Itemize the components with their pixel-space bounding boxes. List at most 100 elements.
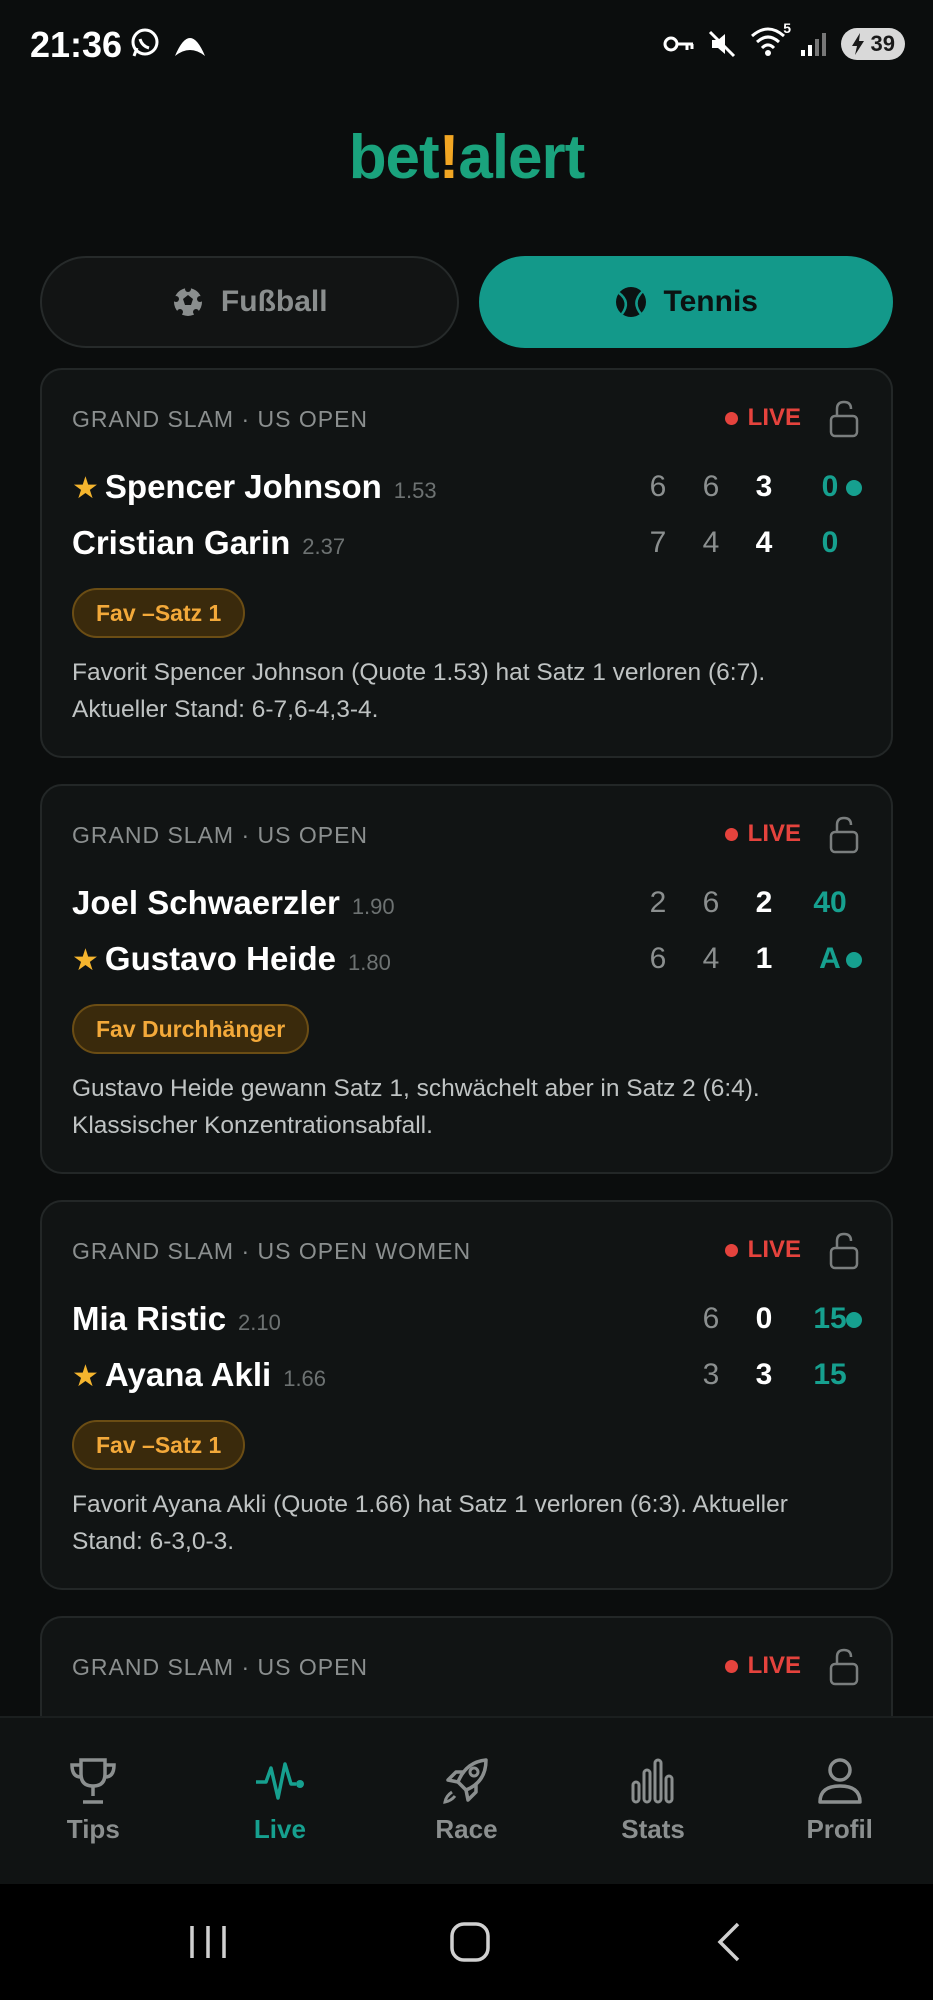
game-score: 15: [813, 1302, 847, 1335]
status-time: 21:36: [30, 24, 123, 65]
match-card[interactable]: GRAND SLAM · US OPEN WOMEN LIVE Mia Rist…: [40, 1200, 893, 1590]
current-set-score: 3: [755, 1358, 773, 1391]
player-name: Joel Schwaerzler: [72, 884, 340, 921]
sport-tabs: Fußball Tennis: [40, 256, 893, 348]
alert-badge: Fav Durchhänger: [72, 1004, 310, 1054]
set-score: 6: [702, 886, 720, 919]
player-odds: 1.90: [351, 894, 395, 919]
player-name: Gustavo Heide: [104, 940, 336, 977]
tab-tennis[interactable]: Tennis: [478, 256, 893, 348]
player-odds: 2.37: [302, 534, 346, 559]
set-score: 6: [649, 942, 667, 975]
tournament-label: GRAND SLAM · US OPEN WOMEN: [72, 1238, 472, 1264]
nav-tips[interactable]: Tips: [0, 1718, 187, 1884]
player-name: Mia Ristic: [72, 1300, 227, 1337]
player-row: ★ Gustavo Heide 1.80 6 4 1 A: [72, 934, 862, 984]
tennis-ball-icon: [615, 287, 646, 317]
serving-indicator: [846, 1312, 862, 1328]
mute-icon: [708, 30, 736, 57]
app-logo: bet!alert: [348, 123, 586, 192]
alert-badge: Fav –Satz 1: [72, 588, 246, 638]
game-score: 0: [821, 470, 839, 503]
unlock-icon[interactable]: [829, 1232, 859, 1270]
wifi-icon: [751, 27, 785, 56]
match-card[interactable]: GRAND SLAM · US OPEN LIVE Joel Schwaerzl…: [40, 784, 893, 1174]
soccer-ball-icon: [172, 286, 203, 316]
alert-description: Favorit Ayana Akli (Quote 1.66) hat Satz…: [72, 1491, 788, 1555]
player-name: Ayana Akli: [104, 1356, 272, 1393]
current-set-score: 1: [755, 942, 773, 975]
live-indicator: LIVE: [724, 1236, 801, 1264]
vpn-key-icon: [663, 36, 694, 51]
system-navigation-bar: [0, 1884, 933, 2000]
player-odds: 1.80: [347, 950, 391, 975]
alert-description: Gustavo Heide gewann Satz 1, schwächelt …: [72, 1075, 760, 1139]
live-dot: [724, 411, 738, 425]
nav-stats[interactable]: Stats: [560, 1718, 747, 1884]
nav-profil[interactable]: Profil: [746, 1718, 933, 1884]
set-score: 7: [649, 526, 667, 559]
recent-apps-icon[interactable]: [186, 1922, 230, 1962]
player-row: ★ Ayana Akli 1.66 3 3 15: [72, 1350, 862, 1400]
set-score: 6: [702, 1302, 720, 1335]
player-row: Cristian Garin 2.37 7 4 4 0: [72, 518, 862, 568]
game-score: 0: [821, 526, 839, 559]
set-score: 4: [702, 526, 720, 559]
tournament-label: GRAND SLAM · US OPEN: [72, 1654, 369, 1680]
user-icon: [817, 1758, 862, 1804]
wifi-badge: 5: [783, 20, 791, 36]
current-set-score: 0: [755, 1302, 773, 1335]
player-row: Joel Schwaerzler 1.90 2 6 2 40: [72, 878, 862, 928]
set-score: 3: [702, 1358, 720, 1391]
game-score: 15: [813, 1358, 847, 1391]
status-bar: 21:36 5 39: [0, 0, 933, 90]
player-name: Spencer Johnson: [104, 468, 382, 505]
nav-race[interactable]: Race: [373, 1718, 560, 1884]
game-score: A: [819, 942, 841, 975]
current-set-score: 3: [755, 470, 773, 503]
current-set-score: 2: [755, 886, 773, 919]
bottom-nav: Tips Live Race Stats Profil: [0, 1716, 933, 1884]
live-dot: [724, 1243, 738, 1257]
player-name: Cristian Garin: [72, 524, 291, 561]
alert-badge: Fav –Satz 1: [72, 1420, 246, 1470]
charging-icon: [852, 32, 864, 55]
set-score: 6: [702, 470, 720, 503]
match-card[interactable]: GRAND SLAM · US OPEN LIVE ★ Spencer Johns…: [40, 368, 893, 758]
pulse-icon: [255, 1762, 304, 1800]
live-dot: [724, 1659, 738, 1673]
nav-live[interactable]: Live: [187, 1718, 374, 1884]
favorite-star-icon: ★: [72, 944, 99, 977]
trophy-icon: [70, 1758, 117, 1804]
alert-description: Favorit Spencer Johnson (Quote 1.53) hat…: [72, 659, 766, 723]
live-indicator: LIVE: [724, 1652, 801, 1680]
bar-chart-icon: [631, 1758, 674, 1804]
signal-icon: [801, 32, 826, 56]
player-odds: 1.53: [393, 478, 437, 503]
player-row: ★ Spencer Johnson 1.53 6 6 3 0: [72, 462, 862, 512]
rocket-icon: [443, 1758, 489, 1804]
tournament-label: GRAND SLAM · US OPEN: [72, 406, 369, 432]
unlock-icon[interactable]: [829, 1648, 859, 1686]
set-score: 2: [649, 886, 667, 919]
live-dot: [724, 827, 738, 841]
live-indicator: LIVE: [724, 404, 801, 432]
home-icon[interactable]: [448, 1920, 492, 1964]
favorite-star-icon: ★: [72, 472, 99, 505]
unlock-icon[interactable]: [829, 400, 859, 438]
app-notification-icon: [175, 38, 205, 56]
battery-indicator: 39: [841, 27, 905, 60]
favorite-star-icon: ★: [72, 1360, 99, 1393]
player-row: Mia Ristic 2.10 6 0 15: [72, 1294, 862, 1344]
serving-indicator: [846, 480, 862, 496]
current-set-score: 4: [755, 526, 773, 559]
live-indicator: LIVE: [724, 820, 801, 848]
player-odds: 1.66: [283, 1366, 327, 1391]
back-icon[interactable]: [712, 1920, 748, 1964]
set-score: 6: [649, 470, 667, 503]
set-score: 4: [702, 942, 720, 975]
unlock-icon[interactable]: [829, 816, 859, 854]
tab-fussball[interactable]: Fußball: [40, 256, 459, 348]
whatsapp-icon: [131, 28, 159, 57]
game-score: 40: [813, 886, 847, 919]
